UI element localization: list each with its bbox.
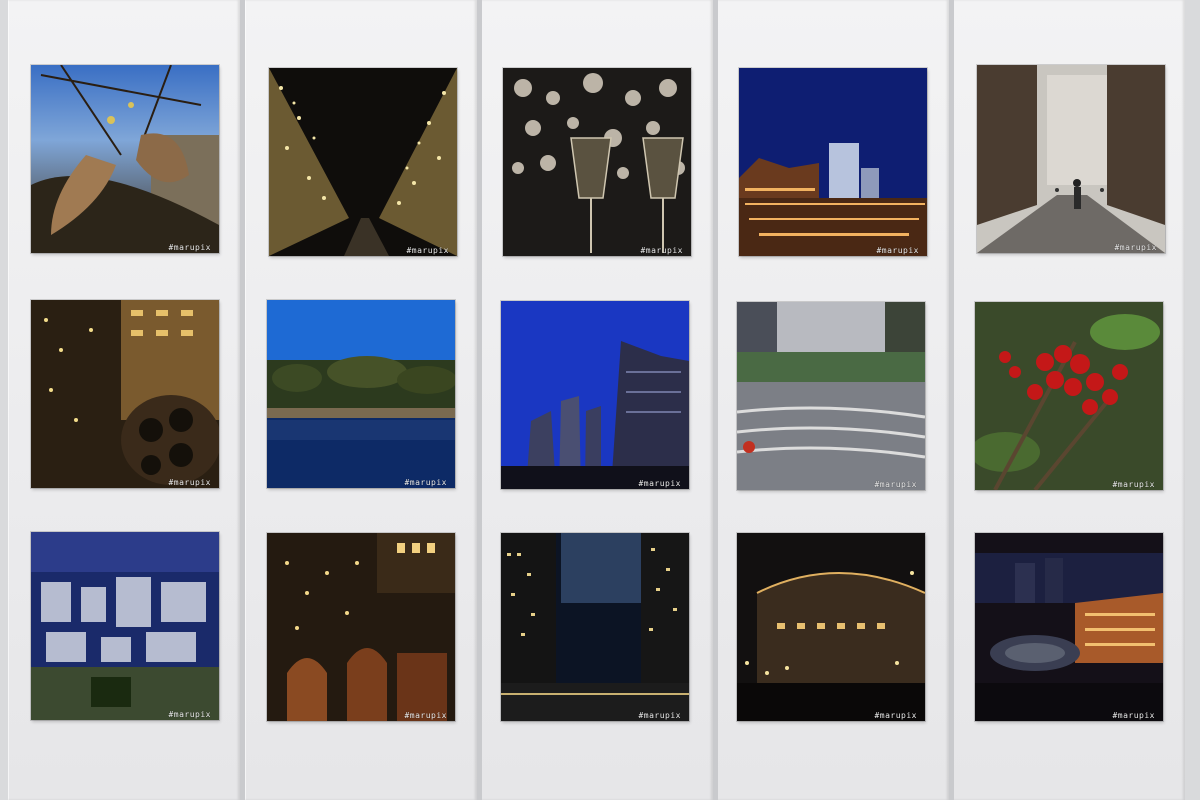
photo-plaza-tilt-shift: #marupix: [737, 302, 925, 490]
red-berries-icon: [975, 302, 1163, 490]
panel-seam: [240, 0, 245, 800]
watermark-label: #marupix: [168, 710, 211, 719]
photo-station-aerial-night: #marupix: [975, 533, 1163, 721]
photo-champagne-glasses: #marupix: [503, 68, 691, 256]
watermark-label: #marupix: [1112, 480, 1155, 489]
lit-trees-bronze-sculpture-icon: [267, 533, 455, 721]
station-night-icon: [739, 68, 927, 256]
photo-withered-leaves: #marupix: [31, 65, 219, 253]
panel-seam: [477, 0, 482, 800]
photo-arched-building-lights: #marupix: [737, 533, 925, 721]
watermark-label: #marupix: [874, 711, 917, 720]
champagne-glasses-icon: [503, 68, 691, 256]
withered-leaves-icon: [31, 65, 219, 253]
photo-aerial-city: #marupix: [31, 532, 219, 720]
aerial-city-icon: [31, 532, 219, 720]
palace-garden-pond-icon: [267, 300, 455, 488]
photo-illuminated-avenue: #marupix: [269, 68, 457, 256]
night-towers-icon: [501, 533, 689, 721]
watermark-label: #marupix: [168, 243, 211, 252]
watermark-label: #marupix: [874, 480, 917, 489]
watermark-label: #marupix: [1112, 711, 1155, 720]
watermark-label: #marupix: [638, 711, 681, 720]
watermark-label: #marupix: [638, 479, 681, 488]
photo-station-night: #marupix: [739, 68, 927, 256]
marathon-street-icon: [977, 65, 1165, 253]
watermark-label: #marupix: [1114, 243, 1157, 252]
photo-red-berries: #marupix: [975, 302, 1163, 490]
watermark-label: #marupix: [404, 711, 447, 720]
watermark-label: #marupix: [640, 246, 683, 255]
photo-palace-garden-pond: #marupix: [267, 300, 455, 488]
photo-lit-trees-bronze-sculpture: #marupix: [267, 533, 455, 721]
photo-night-towers: #marupix: [501, 533, 689, 721]
panel-seam: [949, 0, 954, 800]
lit-trees-sculpture-icon: [31, 300, 219, 488]
panel-seam: [713, 0, 718, 800]
station-aerial-night-icon: [975, 533, 1163, 721]
watermark-label: #marupix: [168, 478, 211, 487]
illuminated-avenue-icon: [269, 68, 457, 256]
watermark-label: #marupix: [876, 246, 919, 255]
watermark-label: #marupix: [406, 246, 449, 255]
photo-lit-trees-sculpture: #marupix: [31, 300, 219, 488]
photo-skyscrapers-blue-sky: #marupix: [501, 301, 689, 489]
plaza-tilt-shift-icon: [737, 302, 925, 490]
photo-wall: #marupix #marupix #marupix #marupix #mar…: [0, 0, 1200, 800]
watermark-label: #marupix: [404, 478, 447, 487]
skyscrapers-blue-sky-icon: [501, 301, 689, 489]
arched-building-lights-icon: [737, 533, 925, 721]
photo-marathon-street: #marupix: [977, 65, 1165, 253]
